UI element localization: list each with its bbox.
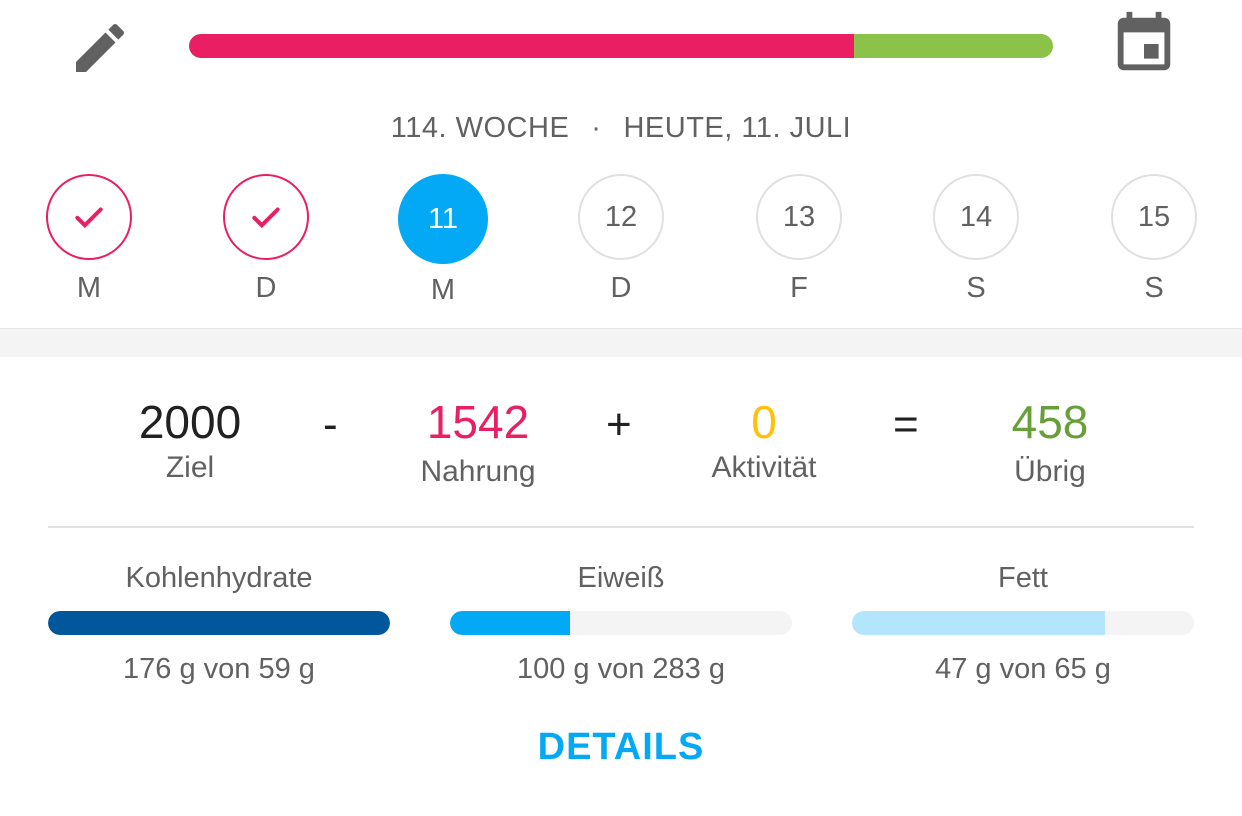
pencil-icon bbox=[76, 23, 125, 72]
day-wednesday-today[interactable]: 11 M bbox=[398, 174, 488, 307]
macro-fat: Fett 47 g von 65 g bbox=[852, 562, 1194, 686]
day-tuesday[interactable]: D bbox=[221, 174, 311, 305]
week-header: 114. WOCHE · HEUTE, 11. JULI M D 11 M 12 D… bbox=[0, 0, 1242, 328]
calendar-button[interactable] bbox=[1108, 8, 1180, 80]
macro-bar-fill bbox=[48, 611, 390, 635]
macro-bar-fill bbox=[450, 611, 570, 635]
macro-amount: 176 g von 59 g bbox=[123, 653, 315, 685]
macro-amount: 47 g von 65 g bbox=[935, 653, 1111, 685]
macro-title: Eiweiß bbox=[577, 562, 665, 594]
day-thursday[interactable]: 12 D bbox=[576, 174, 666, 305]
day-monday[interactable]: M bbox=[44, 174, 134, 305]
remaining-label: Übrig bbox=[1014, 454, 1086, 488]
day-label: M bbox=[430, 274, 456, 306]
edit-button[interactable] bbox=[64, 12, 136, 84]
day-circle: 14 bbox=[933, 174, 1019, 260]
day-circle: 15 bbox=[1111, 174, 1197, 260]
day-circle: 12 bbox=[578, 174, 664, 260]
macro-title: Fett bbox=[998, 562, 1048, 594]
day-label: D bbox=[255, 272, 277, 304]
macro-title: Kohlenhydrate bbox=[125, 562, 313, 594]
today-date: HEUTE, 11. JULI bbox=[623, 112, 852, 144]
plus-operator: + bbox=[606, 400, 632, 449]
day-circle: 13 bbox=[756, 174, 842, 260]
calorie-progress-fill bbox=[189, 34, 855, 58]
macro-bar bbox=[48, 611, 390, 635]
calorie-equation: 2000 Ziel - 1542 Nahrung + 0 Aktivität =… bbox=[0, 396, 1242, 506]
day-label: S bbox=[966, 272, 986, 304]
day-selector: M D 11 M 12 D 13 F 14 S 15 S bbox=[0, 174, 1242, 314]
day-saturday[interactable]: 14 S bbox=[931, 174, 1021, 305]
activity-value: 0 bbox=[751, 396, 777, 448]
remaining-value: 458 bbox=[1011, 396, 1089, 448]
calorie-progress-bar bbox=[189, 34, 1053, 58]
equals-operator: = bbox=[893, 400, 919, 449]
details-button[interactable]: DETAILS bbox=[0, 726, 1242, 769]
day-label: D bbox=[610, 272, 632, 304]
goal-block: 2000 Ziel bbox=[110, 396, 270, 485]
macro-bar bbox=[852, 611, 1194, 635]
minus-operator: - bbox=[323, 400, 338, 449]
day-label: S bbox=[1144, 272, 1164, 304]
day-label: M bbox=[76, 272, 102, 304]
macro-carbs: Kohlenhydrate 176 g von 59 g bbox=[48, 562, 390, 686]
checkmark-icon bbox=[252, 207, 280, 229]
week-date-line: 114. WOCHE · HEUTE, 11. JULI bbox=[0, 112, 1242, 145]
macro-protein: Eiweiß 100 g von 283 g bbox=[450, 562, 792, 686]
activity-block: 0 Aktivität bbox=[684, 396, 844, 485]
food-label: Nahrung bbox=[420, 454, 536, 488]
checkmark-icon bbox=[75, 207, 103, 229]
macro-bar-fill bbox=[852, 611, 1106, 635]
week-number: 114. WOCHE bbox=[390, 112, 570, 144]
macro-bar bbox=[450, 611, 792, 635]
activity-label: Aktivität bbox=[711, 450, 817, 484]
calendar-icon bbox=[1117, 11, 1171, 71]
goal-label: Ziel bbox=[165, 450, 215, 484]
section-divider bbox=[0, 328, 1242, 357]
day-friday[interactable]: 13 F bbox=[754, 174, 844, 305]
remaining-block: 458 Übrig bbox=[970, 396, 1130, 489]
food-value: 1542 bbox=[426, 396, 530, 448]
day-label: F bbox=[790, 272, 808, 304]
day-sunday[interactable]: 15 S bbox=[1109, 174, 1199, 305]
goal-value: 2000 bbox=[138, 396, 242, 448]
day-circle bbox=[46, 174, 132, 260]
day-circle: 11 bbox=[398, 174, 488, 264]
food-block: 1542 Nahrung bbox=[388, 396, 568, 489]
macro-amount: 100 g von 283 g bbox=[516, 653, 725, 685]
horizontal-divider bbox=[48, 526, 1194, 528]
day-circle bbox=[223, 174, 309, 260]
separator-dot: · bbox=[591, 112, 602, 144]
